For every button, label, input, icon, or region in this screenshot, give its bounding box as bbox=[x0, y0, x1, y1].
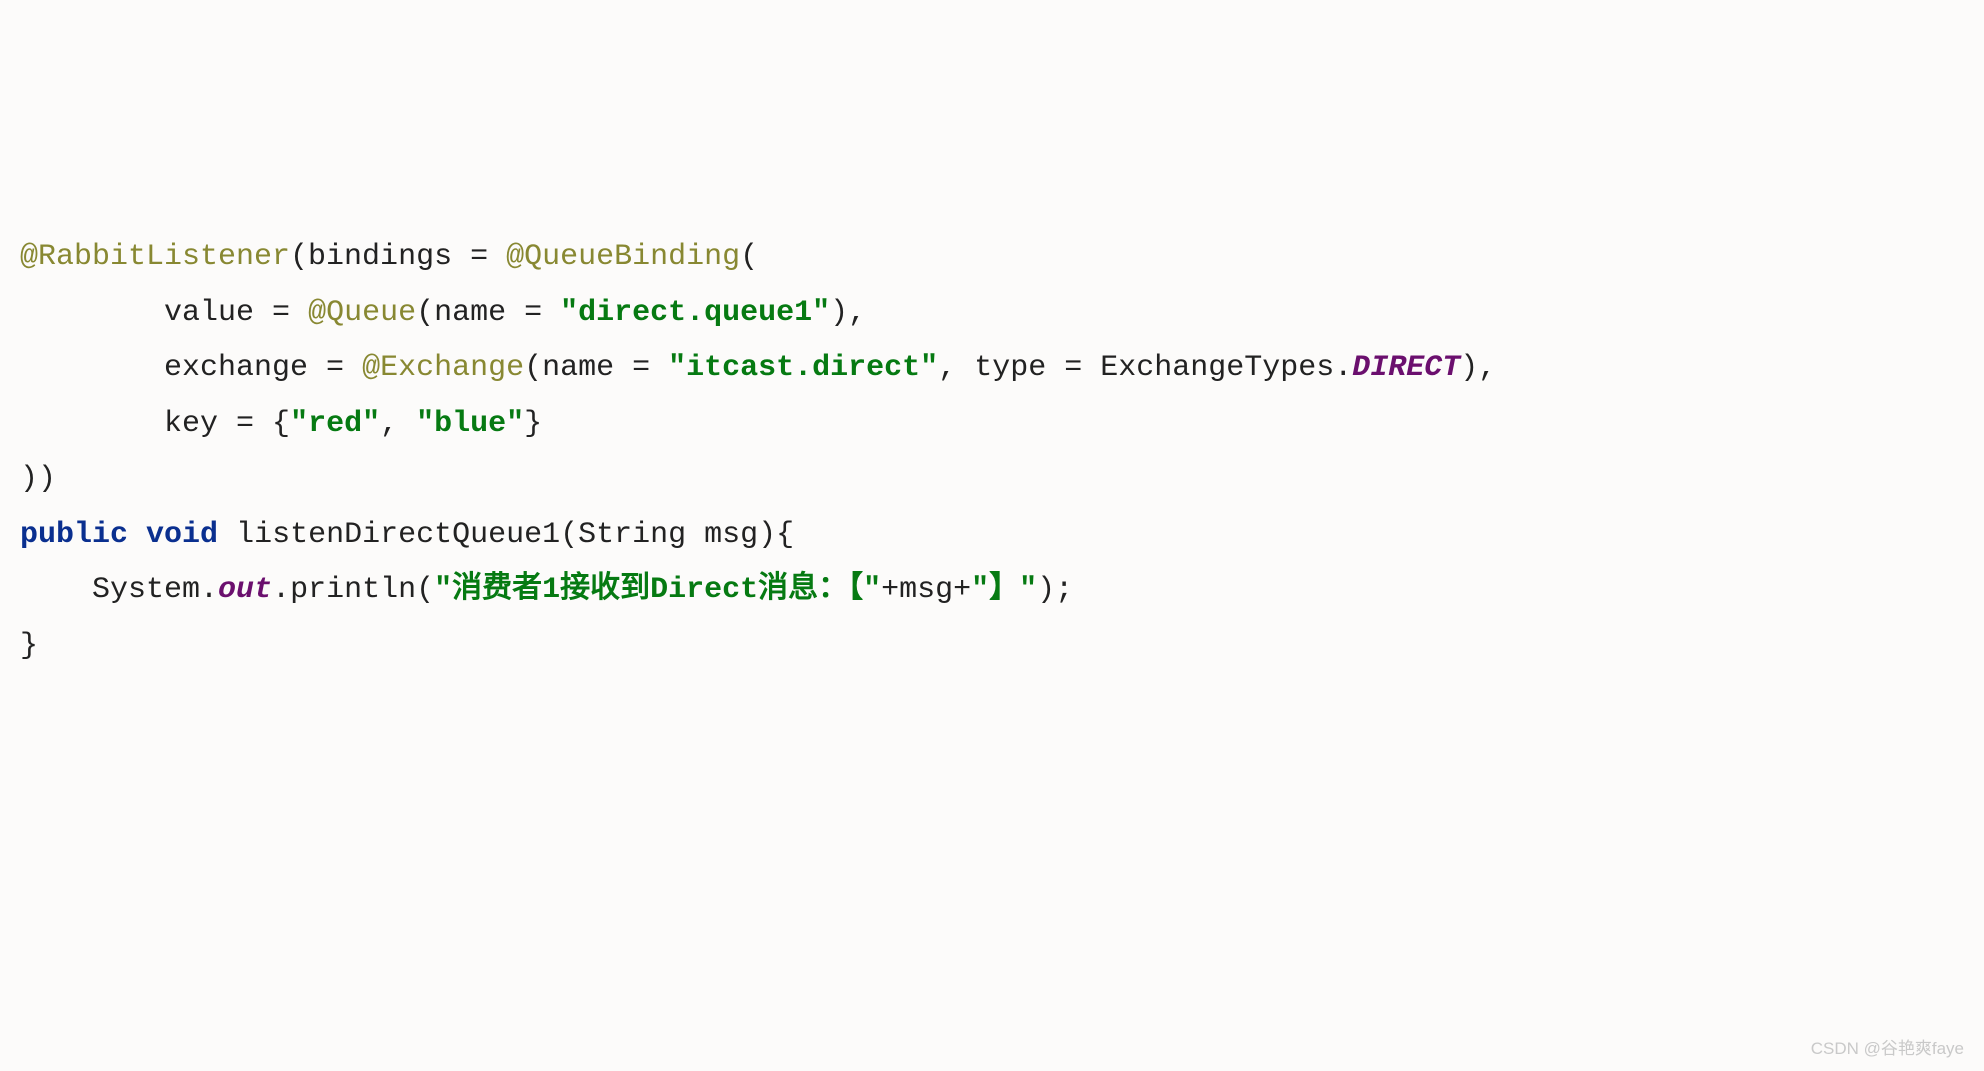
text: (name = bbox=[416, 296, 560, 330]
annotation-exchange: @Exchange bbox=[362, 351, 524, 385]
text: exchange = bbox=[164, 351, 362, 385]
text: +msg+ bbox=[881, 573, 971, 607]
annotation-queuebinding: @QueueBinding bbox=[506, 240, 740, 274]
string-literal: "itcast.direct" bbox=[668, 351, 938, 385]
code-line-4: key = {"red", "blue"} bbox=[20, 407, 542, 441]
text: value = bbox=[164, 296, 308, 330]
indent bbox=[20, 351, 164, 385]
string-literal: "消费者1接收到Direct消息：【" bbox=[434, 573, 881, 607]
text: , type = ExchangeTypes. bbox=[938, 351, 1352, 385]
text: } bbox=[20, 629, 38, 663]
code-line-6: public void listenDirectQueue1(String ms… bbox=[20, 518, 794, 552]
string-literal: "red" bbox=[290, 407, 380, 441]
code-block: @RabbitListener(bindings = @QueueBinding… bbox=[20, 230, 1964, 674]
watermark: CSDN @谷艳爽faye bbox=[1811, 1033, 1964, 1064]
text: (name = bbox=[524, 351, 668, 385]
code-line-5: )) bbox=[20, 462, 56, 496]
text: (bindings = bbox=[290, 240, 506, 274]
string-literal: "direct.queue1" bbox=[560, 296, 830, 330]
code-line-8: } bbox=[20, 629, 38, 663]
text: } bbox=[524, 407, 542, 441]
code-line-1: @RabbitListener(bindings = @QueueBinding… bbox=[20, 240, 758, 274]
annotation-rabbitlistener: @RabbitListener bbox=[20, 240, 290, 274]
annotation-queue: @Queue bbox=[308, 296, 416, 330]
code-line-3: exchange = @Exchange(name = "itcast.dire… bbox=[20, 351, 1496, 385]
text: ); bbox=[1037, 573, 1073, 607]
text: ( bbox=[740, 240, 758, 274]
field-out: out bbox=[218, 573, 272, 607]
indent bbox=[20, 573, 92, 607]
keyword-public: public bbox=[20, 518, 128, 552]
string-literal: "】" bbox=[971, 573, 1037, 607]
indent bbox=[20, 296, 164, 330]
text: System. bbox=[92, 573, 218, 607]
text: .println( bbox=[272, 573, 434, 607]
space bbox=[128, 518, 146, 552]
indent bbox=[20, 407, 164, 441]
enum-direct: DIRECT bbox=[1352, 351, 1460, 385]
text: ), bbox=[830, 296, 866, 330]
keyword-void: void bbox=[146, 518, 218, 552]
text: listenDirectQueue1(String msg){ bbox=[218, 518, 794, 552]
text: )) bbox=[20, 462, 56, 496]
text: key = { bbox=[164, 407, 290, 441]
code-line-7: System.out.println("消费者1接收到Direct消息：【"+m… bbox=[20, 573, 1073, 607]
text: , bbox=[380, 407, 416, 441]
code-line-2: value = @Queue(name = "direct.queue1"), bbox=[20, 296, 866, 330]
text: ), bbox=[1460, 351, 1496, 385]
string-literal: "blue" bbox=[416, 407, 524, 441]
